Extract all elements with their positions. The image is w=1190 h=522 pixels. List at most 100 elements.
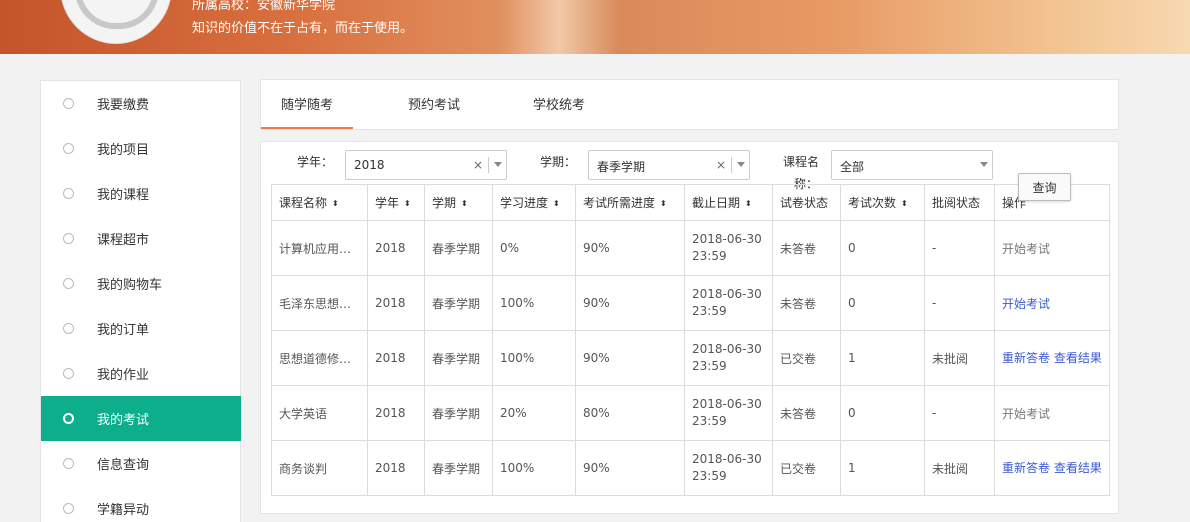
column-header-paper-status: 试卷状态 [772, 184, 841, 221]
sidebar-item-status-change[interactable]: 学籍异动 [41, 486, 241, 522]
exam-list-panel: 学年： 2018 × 学期： 春季学期 × 课程名 称： 全部 课程名称 ⬍ 学年… [260, 141, 1119, 514]
sort-icon[interactable]: ⬍ [332, 200, 339, 208]
sort-icon[interactable]: ⬍ [461, 200, 468, 208]
avatar[interactable] [60, 0, 172, 44]
column-header-label: 考试次数 [848, 196, 897, 210]
table-row: 思想道德修养与法律基础 2018 春季学期 100% 90% 2018-06-3… [271, 330, 1110, 386]
sort-icon[interactable]: ⬍ [404, 200, 411, 208]
deadline-time: 23:59 [692, 359, 727, 373]
actions-cell: 开始考试 [994, 275, 1110, 331]
column-header-required-progress[interactable]: 考试所需进度 ⬍ [575, 184, 685, 221]
required-progress-cell: 90% [575, 440, 685, 496]
sidebar-item-cart[interactable]: 我的购物车 [41, 261, 241, 306]
term-cell: 春季学期 [424, 275, 493, 331]
column-header-label: 学习进度 [500, 196, 549, 210]
start-exam-link[interactable]: 开始考试 [1002, 297, 1050, 311]
chevron-down-icon[interactable] [494, 162, 502, 167]
review-status-cell: 未批阅 [924, 440, 995, 496]
sidebar-item-exams[interactable]: 我的考试 [41, 396, 241, 441]
deadline-time: 23:59 [692, 249, 727, 263]
term-cell: 春季学期 [424, 330, 493, 386]
year-select[interactable]: 2018 × [345, 150, 507, 180]
sidebar: 我要缴费 我的项目 我的课程 课程超市 我的购物车 我的订单 我的作业 我的考试… [40, 80, 241, 522]
table-row: 大学英语 2018 春季学期 20% 80% 2018-06-30 23:59 未… [271, 385, 1110, 441]
column-header-label: 学年 [375, 196, 400, 210]
attempts-cell: 1 [840, 440, 925, 496]
term-select[interactable]: 春季学期 × [588, 150, 750, 180]
year-select-value: 2018 [354, 158, 385, 172]
deadline-date: 2018-06-30 [692, 232, 762, 246]
deadline-date: 2018-06-30 [692, 452, 762, 466]
column-header-deadline[interactable]: 截止日期 ⬍ [684, 184, 773, 221]
radio-dot-icon [63, 278, 74, 289]
deadline-time: 23:59 [692, 304, 727, 318]
paper-status-cell: 已交卷 [772, 440, 841, 496]
clear-icon[interactable]: × [473, 158, 483, 172]
query-button[interactable]: 查询 [1018, 173, 1071, 201]
deadline-cell: 2018-06-30 23:59 [684, 440, 773, 496]
column-header-year[interactable]: 学年 ⬍ [367, 184, 425, 221]
table-header-row: 课程名称 ⬍ 学年 ⬍ 学期 ⬍ 学习进度 ⬍ 考试所需进度 ⬍ 截止日期 ⬍ 试卷状态 考… [271, 184, 1110, 221]
school-name: 所属高校：安徽新华学院 [192, 0, 336, 13]
progress-cell: 20% [492, 385, 576, 441]
view-result-link[interactable]: 查看结果 [1054, 461, 1102, 475]
course-name: 商务谈判 [271, 440, 368, 496]
chevron-down-icon[interactable] [737, 162, 745, 167]
column-header-term[interactable]: 学期 ⬍ [424, 184, 493, 221]
sidebar-item-course-market[interactable]: 课程超市 [41, 216, 241, 261]
year-cell: 2018 [367, 330, 425, 386]
column-header-progress[interactable]: 学习进度 ⬍ [492, 184, 576, 221]
sidebar-item-label: 我的课程 [97, 188, 150, 203]
chevron-down-icon[interactable] [980, 162, 988, 167]
course-name: 大学英语 [271, 385, 368, 441]
paper-status-cell: 未答卷 [772, 275, 841, 331]
sidebar-item-label: 学籍异动 [97, 503, 150, 518]
radio-dot-icon [63, 143, 74, 154]
tab-anytime-exam[interactable]: 随学随考 [261, 80, 353, 129]
deadline-date: 2018-06-30 [692, 287, 762, 301]
year-cell: 2018 [367, 385, 425, 441]
column-header-attempts[interactable]: 考试次数 ⬍ [840, 184, 925, 221]
clear-icon[interactable]: × [716, 158, 726, 172]
sidebar-item-orders[interactable]: 我的订单 [41, 306, 241, 351]
motto: 知识的价值不在于占有，而在于使用。 [192, 21, 414, 36]
radio-dot-icon [63, 503, 74, 514]
sidebar-item-projects[interactable]: 我的项目 [41, 126, 241, 171]
deadline-time: 23:59 [692, 469, 727, 483]
sidebar-item-courses[interactable]: 我的课程 [41, 171, 241, 216]
review-status-cell: - [924, 275, 995, 331]
start-exam-disabled: 开始考试 [1002, 406, 1051, 421]
actions-cell: 重新答卷 查看结果 [994, 330, 1110, 386]
sidebar-item-info-query[interactable]: 信息查询 [41, 441, 241, 486]
tab-scheduled-exam[interactable]: 预约考试 [394, 80, 474, 129]
sort-icon[interactable]: ⬍ [901, 200, 908, 208]
select-divider [488, 157, 489, 173]
table-row: 商务谈判 2018 春季学期 100% 90% 2018-06-30 23:59 … [271, 440, 1110, 496]
paper-status-cell: 已交卷 [772, 330, 841, 386]
year-cell: 2018 [367, 275, 425, 331]
progress-cell: 100% [492, 330, 576, 386]
progress-cell: 0% [492, 220, 576, 276]
radio-dot-icon [63, 98, 74, 109]
tab-school-exam[interactable]: 学校统考 [519, 80, 599, 129]
table-row: 计算机应用基础 2018 春季学期 0% 90% 2018-06-30 23:59… [271, 220, 1110, 276]
term-cell: 春季学期 [424, 220, 493, 276]
exam-tabs: 随学随考 预约考试 学校统考 [260, 79, 1119, 130]
course-name: 思想道德修养与法律基础 [271, 330, 368, 386]
radio-dot-icon [63, 323, 74, 334]
table-row: 毛泽东思想和中国特色社会主义理论体系概论 2018 春季学期 100% 90% … [271, 275, 1110, 331]
column-header-course[interactable]: 课程名称 ⬍ [271, 184, 368, 221]
course-select[interactable]: 全部 [831, 150, 993, 180]
radio-dot-icon [63, 413, 74, 424]
retake-exam-link[interactable]: 重新答卷 [1002, 351, 1050, 365]
view-result-link[interactable]: 查看结果 [1054, 351, 1102, 365]
deadline-cell: 2018-06-30 23:59 [684, 330, 773, 386]
sidebar-item-payment[interactable]: 我要缴费 [41, 81, 241, 126]
sort-icon[interactable]: ⬍ [553, 200, 560, 208]
radio-dot-icon [63, 458, 74, 469]
sidebar-item-homework[interactable]: 我的作业 [41, 351, 241, 396]
sort-icon[interactable]: ⬍ [660, 200, 667, 208]
sort-icon[interactable]: ⬍ [745, 200, 752, 208]
retake-exam-link[interactable]: 重新答卷 [1002, 461, 1050, 475]
radio-dot-icon [63, 188, 74, 199]
